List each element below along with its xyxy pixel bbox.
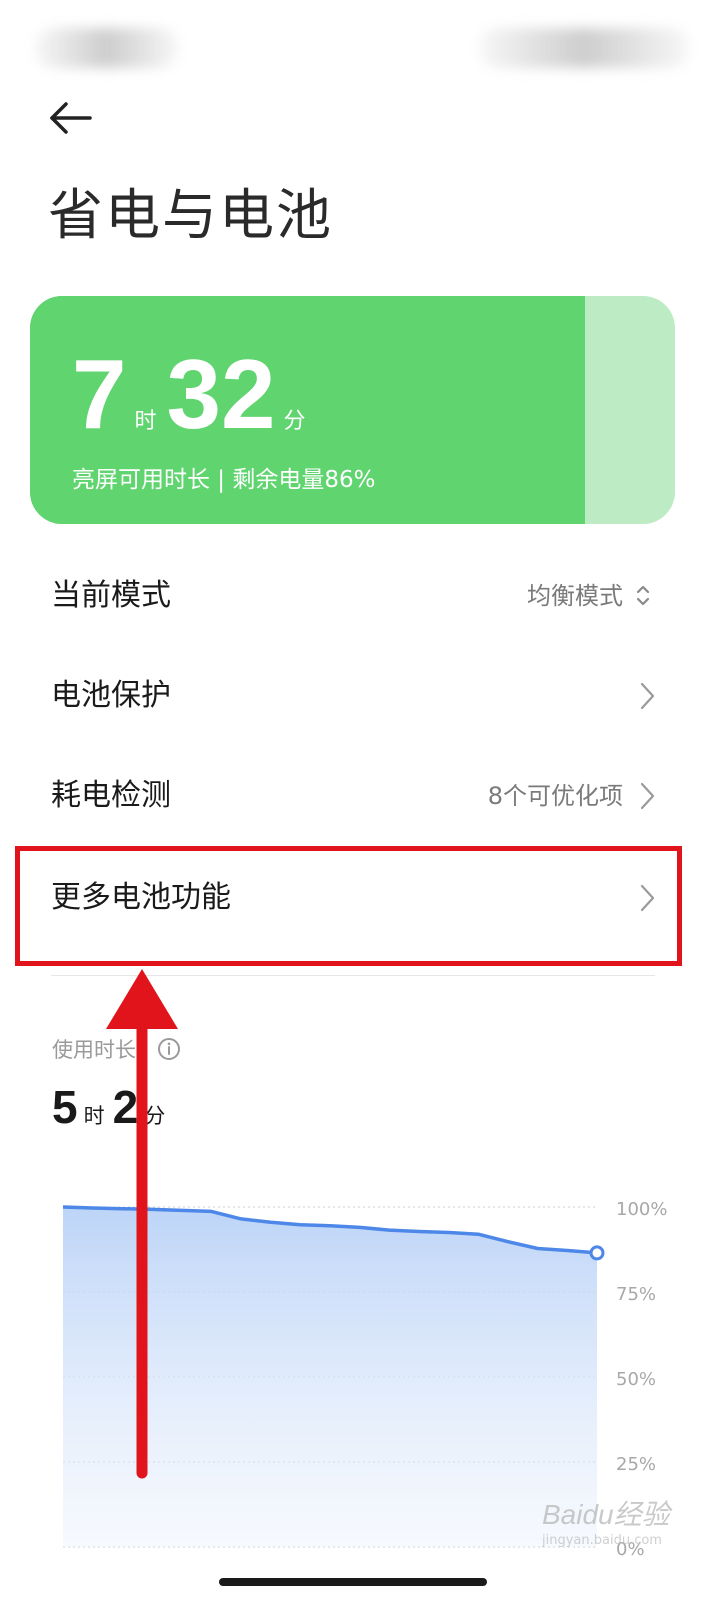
screen-time-remaining: 7 时 32 分 xyxy=(72,344,316,444)
setting-more-battery-features[interactable]: 更多电池功能 xyxy=(0,848,719,948)
usage-minutes-unit: 分 xyxy=(144,1104,166,1128)
setting-value: 8个可优化项 xyxy=(487,782,623,810)
y-tick-label: 25% xyxy=(616,1454,656,1475)
up-down-icon xyxy=(636,585,650,606)
minutes-value: 32 xyxy=(166,339,276,449)
watermark-brand: Baidu经验 xyxy=(542,1499,673,1530)
info-icon[interactable] xyxy=(157,1037,181,1061)
usage-minutes: 2 xyxy=(112,1081,139,1133)
home-indicator[interactable] xyxy=(219,1578,487,1586)
status-bar-right xyxy=(478,28,690,68)
battery-subtitle: 亮屏可用时长 | 剩余电量86% xyxy=(72,467,376,493)
usage-label: 使用时长 xyxy=(52,1038,136,1062)
minutes-unit: 分 xyxy=(283,409,306,434)
setting-label: 更多电池功能 xyxy=(51,880,231,915)
setting-label: 当前模式 xyxy=(51,578,171,613)
setting-current-mode[interactable]: 当前模式 均衡模式 xyxy=(0,546,719,646)
y-tick-label: 100% xyxy=(616,1199,667,1220)
usage-hours-unit: 时 xyxy=(83,1104,105,1128)
hours-unit: 时 xyxy=(134,409,157,434)
baidu-watermark: Baidu经验 jingyan.baidu.com xyxy=(541,1499,673,1548)
chevron-right-icon xyxy=(640,782,655,810)
back-arrow-icon[interactable] xyxy=(46,96,98,140)
battery-card[interactable]: 7 时 32 分 亮屏可用时长 | 剩余电量86% xyxy=(30,296,675,524)
setting-label: 电池保护 xyxy=(51,678,171,713)
y-tick-label: 75% xyxy=(616,1284,656,1305)
hours-value: 7 xyxy=(72,339,127,449)
divider xyxy=(51,975,655,976)
setting-battery-protection[interactable]: 电池保护 xyxy=(0,646,719,746)
setting-label: 耗电检测 xyxy=(51,778,171,813)
chevron-right-icon xyxy=(640,682,655,710)
series-area xyxy=(63,1207,597,1547)
setting-power-detection[interactable]: 耗电检测 8个可优化项 xyxy=(0,746,719,846)
status-bar-left xyxy=(34,28,179,68)
usage-hours: 5 xyxy=(52,1081,78,1133)
watermark-url: jingyan.baidu.com xyxy=(541,1533,662,1548)
current-level-point xyxy=(589,1245,605,1261)
usage-time: 5时2分 xyxy=(52,1080,173,1134)
y-tick-label: 50% xyxy=(616,1369,656,1390)
chevron-right-icon xyxy=(640,884,655,912)
page-title: 省电与电池 xyxy=(48,183,334,247)
setting-value: 均衡模式 xyxy=(527,582,623,610)
